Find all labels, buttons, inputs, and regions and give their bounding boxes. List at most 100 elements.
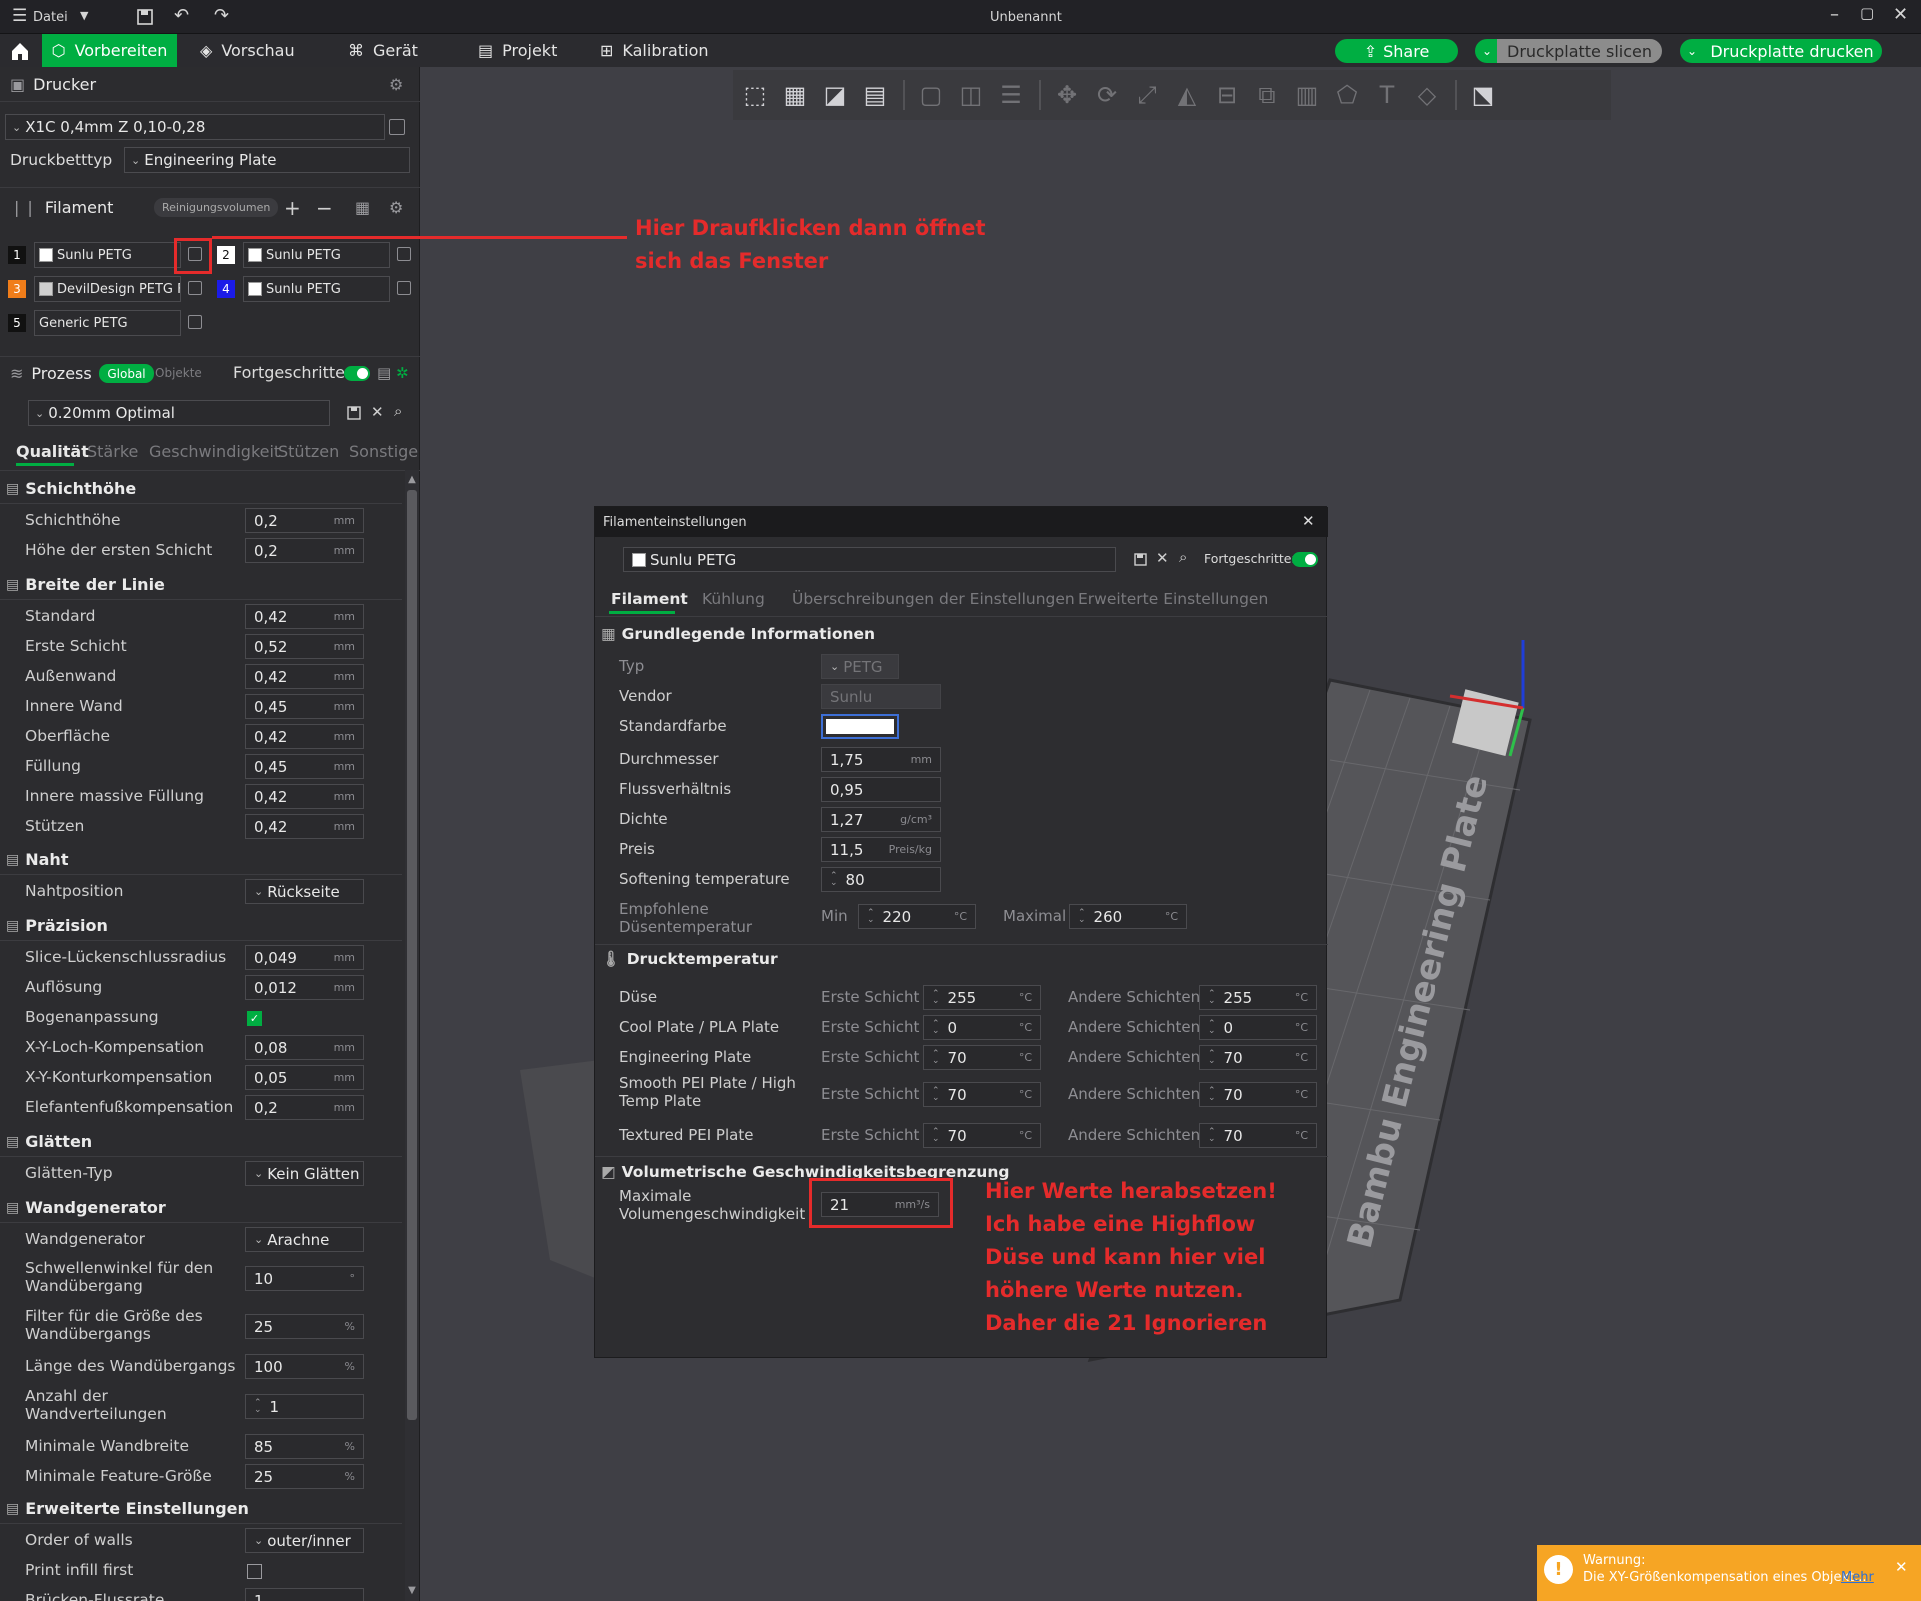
support-paint-icon[interactable]: ▥ bbox=[1289, 78, 1325, 112]
setting-input[interactable]: ⌃ ⌄ 1 bbox=[245, 1394, 364, 1419]
purge-volume-button[interactable]: Reinigungsvolumen bbox=[154, 198, 279, 217]
setting-input[interactable]: 0,012 mm bbox=[245, 975, 364, 1000]
first-layer-temp-input[interactable]: ⌃ ⌄ 70 °C bbox=[923, 1123, 1041, 1148]
setting-select[interactable]: ⌄ Arachne bbox=[245, 1227, 364, 1252]
setting-input[interactable]: 0,42 mm bbox=[245, 604, 364, 629]
remove-filament-icon[interactable]: − bbox=[316, 196, 333, 220]
edit-printer-icon[interactable] bbox=[389, 119, 405, 135]
setting-input[interactable]: 0,45 mm bbox=[245, 694, 364, 719]
spin-icon[interactable]: ⌃ ⌄ bbox=[932, 989, 940, 1005]
filament-setting-input[interactable]: 11,5 Preis/kg bbox=[821, 837, 941, 862]
spin-icon[interactable]: ⌃ ⌄ bbox=[1208, 989, 1216, 1005]
spin-icon[interactable]: ⌃ ⌄ bbox=[932, 1049, 940, 1065]
setting-input[interactable]: 0,45 mm bbox=[245, 754, 364, 779]
spin-icon[interactable]: ⌃ ⌄ bbox=[1208, 1019, 1216, 1035]
tab-geraet[interactable]: ⌘ Gerät bbox=[348, 34, 418, 67]
setting-input[interactable]: 25% bbox=[245, 1314, 364, 1339]
arrange-grid-icon[interactable]: ▦ bbox=[777, 78, 813, 112]
filament-slot-select[interactable]: Sunlu PETG bbox=[243, 276, 390, 302]
setting-input[interactable]: 25% bbox=[245, 1464, 364, 1489]
tab-staerke[interactable]: Stärke bbox=[87, 442, 138, 468]
minimize-icon[interactable]: – bbox=[1830, 6, 1839, 24]
tab-sonstige[interactable]: Sonstige bbox=[349, 442, 418, 468]
process-preset-select[interactable]: ⌄ 0.20mm Optimal bbox=[28, 400, 330, 426]
setting-input[interactable]: 85% bbox=[245, 1434, 364, 1459]
share-button[interactable]: ⇪ Share bbox=[1335, 39, 1458, 63]
setting-input[interactable]: 0,049 mm bbox=[245, 945, 364, 970]
first-layer-temp-input[interactable]: ⌃ ⌄ 70 °C bbox=[923, 1045, 1041, 1070]
tab-stuetzen[interactable]: Stützen bbox=[278, 442, 339, 468]
assembly-icon[interactable]: ⬔ bbox=[1465, 78, 1501, 112]
edit-filament-icon[interactable] bbox=[397, 247, 411, 261]
print-dropdown-button[interactable]: ⌄ bbox=[1680, 39, 1704, 63]
search-icon[interactable]: ⌕ bbox=[394, 402, 402, 420]
tab-geschwindigkeit[interactable]: Geschwindigkeit bbox=[149, 442, 280, 468]
boolean-icon[interactable]: ⧉ bbox=[1249, 78, 1285, 112]
spin-icon[interactable]: ⌃ ⌄ bbox=[932, 1019, 940, 1035]
save-preset-icon[interactable] bbox=[346, 405, 362, 421]
setting-input[interactable]: 0,52 mm bbox=[245, 634, 364, 659]
spin-icon[interactable]: ⌃ ⌄ bbox=[1208, 1086, 1216, 1102]
dialog-tab-cooling[interactable]: Kühlung bbox=[702, 590, 765, 608]
edit-filament-icon[interactable] bbox=[397, 281, 411, 295]
setting-input[interactable]: 0,2 mm bbox=[245, 1095, 364, 1120]
move-icon[interactable]: ✥ bbox=[1049, 78, 1085, 112]
setting-select[interactable]: ⌄ Kein Glätten bbox=[245, 1161, 364, 1186]
printer-preset-select[interactable]: ⌄ X1C 0,4mm Z 0,10-0,28 bbox=[5, 114, 385, 140]
auto-orient-icon[interactable]: ◪ bbox=[817, 78, 853, 112]
tab-projekt[interactable]: ▤ Projekt bbox=[478, 34, 557, 67]
spin-icon[interactable]: ⌃ ⌄ bbox=[1208, 1049, 1216, 1065]
arc-fitting-checkbox[interactable]: ✓ bbox=[247, 1011, 262, 1026]
plate-layout-icon[interactable]: ▤ bbox=[857, 78, 893, 112]
filament-slot-select[interactable]: Generic PETG bbox=[34, 310, 181, 336]
dialog-close-icon[interactable]: ✕ bbox=[1302, 512, 1315, 530]
filament-setting-input[interactable]: 1,75 mm bbox=[821, 747, 941, 772]
options-icon[interactable]: ✲ bbox=[396, 364, 409, 382]
first-layer-temp-input[interactable]: ⌃ ⌄ 0 °C bbox=[923, 1015, 1041, 1040]
tab-vorschau[interactable]: ◈ Vorschau bbox=[200, 34, 295, 67]
filament-slot-select[interactable]: Sunlu PETG bbox=[243, 242, 390, 268]
search-icon[interactable]: ⌕ bbox=[1179, 548, 1187, 566]
filament-slot-select[interactable]: Sunlu PETG bbox=[34, 242, 181, 268]
color-paint-icon[interactable]: ◇ bbox=[1409, 78, 1445, 112]
dialog-tab-advanced[interactable]: Erweiterte Einstellungen bbox=[1078, 590, 1268, 608]
maximize-icon[interactable]: ▢ bbox=[1860, 6, 1874, 21]
undo-icon[interactable]: ↶ bbox=[174, 7, 189, 25]
close-icon[interactable]: ✕ bbox=[1893, 6, 1908, 24]
cut-icon[interactable]: ⊟ bbox=[1209, 78, 1245, 112]
save-preset-icon[interactable] bbox=[1133, 552, 1148, 567]
slice-plate-button[interactable]: Druckplatte slicen bbox=[1497, 39, 1662, 63]
spin-icon[interactable]: ⌃ ⌄ bbox=[867, 908, 875, 924]
setting-input[interactable]: 0,42 mm bbox=[245, 724, 364, 749]
objects-toggle[interactable]: Objekte bbox=[155, 366, 202, 380]
save-icon[interactable] bbox=[136, 8, 154, 26]
chevron-down-icon[interactable]: ▼ bbox=[80, 10, 88, 21]
reset-preset-icon[interactable]: ✕ bbox=[371, 403, 384, 421]
advanced-toggle[interactable] bbox=[344, 366, 370, 381]
tab-vorbereiten[interactable]: ⬡ Vorbereiten bbox=[42, 34, 177, 67]
tab-kalibration[interactable]: ⊞ Kalibration bbox=[600, 34, 709, 67]
setting-input[interactable]: 10 ° bbox=[245, 1266, 364, 1291]
other-layers-temp-input[interactable]: ⌃ ⌄ 70 °C bbox=[1199, 1082, 1317, 1107]
edit-filament-icon[interactable] bbox=[188, 281, 202, 295]
layers-list-icon[interactable]: ☰ bbox=[993, 78, 1029, 112]
edit-filament-icon[interactable] bbox=[188, 315, 202, 329]
print-plate-button[interactable]: Druckplatte drucken bbox=[1702, 39, 1882, 63]
rotate-icon[interactable]: ⟳ bbox=[1089, 78, 1125, 112]
copy-icon[interactable]: ▢ bbox=[913, 78, 949, 112]
nozzle-temp-min-input[interactable]: ⌃ ⌄ 220 °C bbox=[858, 904, 976, 929]
text-icon[interactable]: T bbox=[1369, 78, 1405, 112]
setting-input[interactable]: 1 bbox=[245, 1588, 364, 1601]
reset-icon[interactable]: ✕ bbox=[1156, 549, 1169, 567]
setting-input[interactable]: 0,42 mm bbox=[245, 814, 364, 839]
nozzle-temp-max-input[interactable]: ⌃ ⌄ 260 °C bbox=[1069, 904, 1187, 929]
filament-slot-select[interactable]: DevilDesign PETG F... bbox=[34, 276, 181, 302]
warning-close-icon[interactable]: ✕ bbox=[1895, 1558, 1908, 1576]
spin-icon[interactable]: ⌃ ⌄ bbox=[1208, 1127, 1216, 1143]
other-layers-temp-input[interactable]: ⌃ ⌄ 70 °C bbox=[1199, 1123, 1317, 1148]
add-object-icon[interactable]: ⬚ bbox=[737, 78, 773, 112]
add-filament-icon[interactable]: + bbox=[284, 196, 301, 220]
setting-input[interactable]: 0,08 mm bbox=[245, 1035, 364, 1060]
first-layer-temp-input[interactable]: ⌃ ⌄ 255 °C bbox=[923, 985, 1041, 1010]
lay-on-face-icon[interactable]: ◭ bbox=[1169, 78, 1205, 112]
